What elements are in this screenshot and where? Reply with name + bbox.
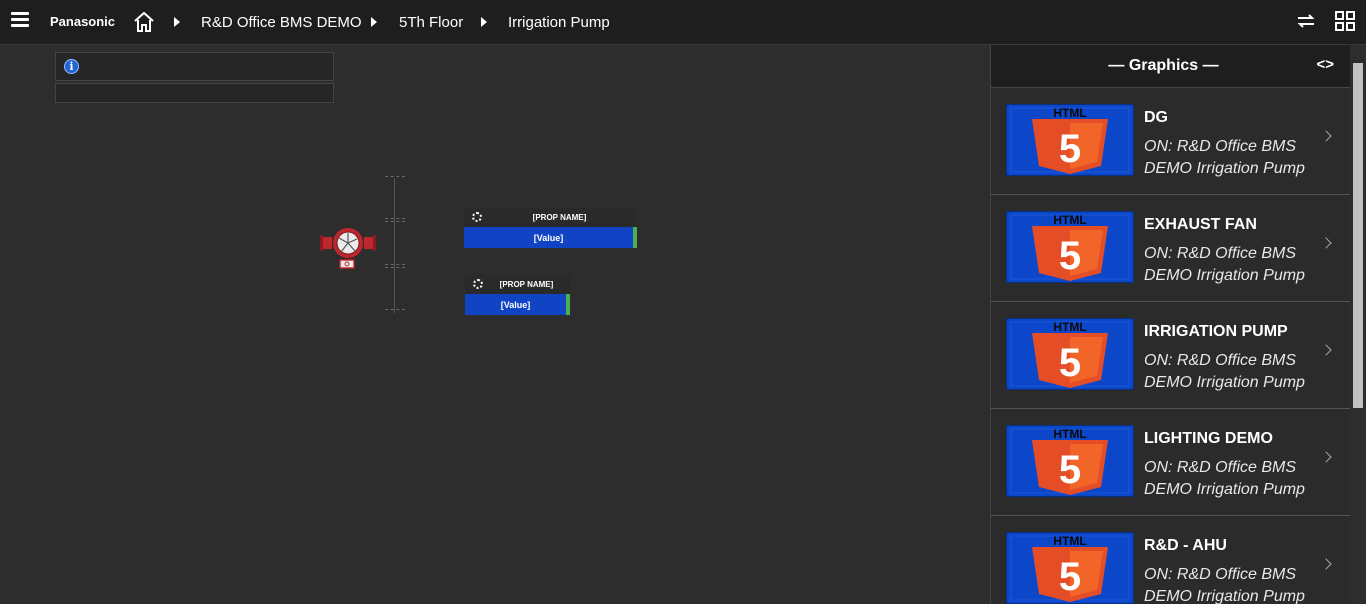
graphics-item-title: EXHAUST FAN — [1144, 216, 1257, 233]
breadcrumb-separator — [174, 17, 180, 27]
chevron-right-icon — [1320, 237, 1332, 249]
info-subpanel — [55, 83, 334, 103]
graphics-list-item[interactable]: HTML 5 LIGHTING DEMO ON: R&D Office BMS … — [991, 409, 1350, 516]
connector-line — [385, 267, 405, 268]
scrollbar-thumb[interactable] — [1353, 63, 1363, 408]
scrollbar[interactable] — [1350, 45, 1366, 604]
svg-text:HTML: HTML — [1053, 106, 1086, 120]
connector-vertical-line — [394, 178, 395, 313]
property-card-header: [PROP NAME] — [465, 274, 570, 294]
info-panel — [55, 52, 334, 81]
svg-text:5: 5 — [1059, 341, 1081, 385]
breadcrumb-separator — [371, 17, 377, 27]
html5-icon: HTML 5 — [1006, 318, 1134, 390]
property-value[interactable]: [Value] — [465, 294, 570, 315]
graphics-item-subtitle: ON: R&D Office BMS DEMO Irrigation Pump — [1144, 245, 1305, 284]
hamburger-icon[interactable] — [11, 12, 29, 28]
html5-icon: HTML 5 — [1006, 104, 1134, 176]
html5-icon: HTML 5 — [1006, 425, 1134, 497]
connector-line — [385, 309, 405, 310]
breadcrumb-item-equipment[interactable]: Irrigation Pump — [508, 14, 610, 31]
panel-header: — Graphics — <> — [991, 45, 1350, 88]
graphics-list-item[interactable]: HTML 5 IRRIGATION PUMP ON: R&D Office BM… — [991, 302, 1350, 409]
breadcrumb-item-building[interactable]: R&D Office BMS DEMO — [201, 14, 362, 31]
property-name: [PROP NAME] — [532, 212, 587, 222]
html5-icon: HTML 5 — [1006, 211, 1134, 283]
connector-line — [385, 176, 405, 177]
graphics-item-subtitle: ON: R&D Office BMS DEMO Irrigation Pump — [1144, 138, 1305, 177]
breadcrumb-item-floor[interactable]: 5Th Floor — [399, 14, 463, 31]
grid-icon[interactable] — [1334, 10, 1356, 32]
property-card-header: [PROP NAME] — [464, 207, 637, 227]
graphics-item-subtitle: ON: R&D Office BMS DEMO Irrigation Pump — [1144, 459, 1305, 498]
code-brackets-icon[interactable]: <> — [1316, 56, 1334, 73]
graphics-list-item[interactable]: HTML 5 DG ON: R&D Office BMS DEMO Irriga… — [991, 88, 1350, 195]
graphics-canvas: [PROP NAME] [Value] [PROP NAME] [Value] — [0, 45, 990, 604]
graphics-item-title: R&D - AHU — [1144, 537, 1227, 554]
property-value[interactable]: [Value] — [464, 227, 637, 248]
graphics-list-item[interactable]: HTML 5 R&D - AHU ON: R&D Office BMS DEMO… — [991, 516, 1350, 604]
svg-text:5: 5 — [1059, 555, 1081, 599]
gear-icon[interactable] — [473, 279, 483, 289]
graphics-item-subtitle: ON: R&D Office BMS DEMO Irrigation Pump — [1144, 352, 1305, 391]
brand-logo: Panasonic — [50, 14, 116, 29]
svg-text:HTML: HTML — [1053, 427, 1086, 441]
svg-text:HTML: HTML — [1053, 213, 1086, 227]
html5-icon: HTML 5 — [1006, 532, 1134, 604]
svg-text:HTML: HTML — [1053, 534, 1086, 548]
svg-text:5: 5 — [1059, 127, 1081, 171]
graphics-item-title: LIGHTING DEMO — [1144, 430, 1273, 447]
property-card: [PROP NAME] [Value] — [465, 274, 570, 315]
gear-icon[interactable] — [472, 212, 482, 222]
chevron-right-icon — [1320, 558, 1332, 570]
chevron-right-icon — [1320, 130, 1332, 142]
info-icon[interactable] — [64, 59, 79, 74]
breadcrumb-separator — [481, 17, 487, 27]
chevron-right-icon — [1320, 344, 1332, 356]
connector-line — [385, 218, 405, 219]
top-bar: Panasonic R&D Office BMS DEMO 5Th Floor … — [0, 0, 1366, 45]
chevron-right-icon — [1320, 451, 1332, 463]
svg-text:5: 5 — [1059, 234, 1081, 278]
graphics-panel: — Graphics — <> HTML 5 DG ON: R&D Office… — [990, 45, 1350, 604]
home-icon[interactable] — [132, 10, 156, 34]
graphics-item-title: IRRIGATION PUMP — [1144, 323, 1288, 340]
svg-text:5: 5 — [1059, 448, 1081, 492]
connector-line — [385, 221, 405, 222]
pump-icon[interactable] — [318, 225, 380, 271]
property-name: [PROP NAME] — [499, 279, 554, 289]
graphics-item-subtitle: ON: R&D Office BMS DEMO Irrigation Pump — [1144, 566, 1305, 604]
panel-title: — Graphics — — [1108, 57, 1219, 74]
property-card: [PROP NAME] [Value] — [464, 207, 637, 248]
svg-text:HTML: HTML — [1053, 320, 1086, 334]
graphics-item-title: DG — [1144, 109, 1168, 126]
connector-line — [385, 264, 405, 265]
sync-icon[interactable] — [1295, 10, 1317, 32]
graphics-list-item[interactable]: HTML 5 EXHAUST FAN ON: R&D Office BMS DE… — [991, 195, 1350, 302]
